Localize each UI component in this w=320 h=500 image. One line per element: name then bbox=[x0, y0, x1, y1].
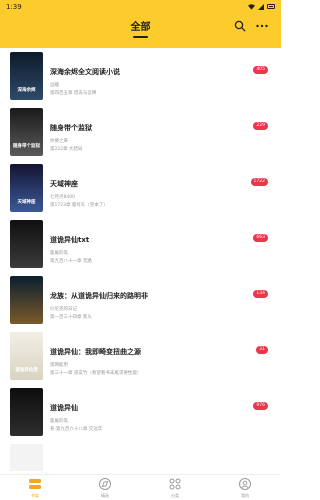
battery-icon bbox=[267, 4, 275, 9]
book-cover[interactable]: 深海余烬 bbox=[10, 52, 43, 100]
compass-icon bbox=[99, 478, 111, 490]
nav-item-2[interactable]: 分类 bbox=[155, 477, 195, 499]
book-cover[interactable]: 随身带个监狱 bbox=[10, 108, 43, 156]
unread-count-badge: 229 bbox=[253, 122, 268, 130]
nav-item-3[interactable]: 我的 bbox=[225, 477, 265, 499]
book-row[interactable]: 道诡异仙我 道诡异仙：我即畸变扭曲之源 第网能用第三十一章 道玄竹（希望看书末尾求要… bbox=[0, 332, 281, 388]
latest-chapter: 第九百八十一章 无路 bbox=[50, 259, 92, 264]
book-author: 你要之来 bbox=[50, 139, 68, 144]
book-row[interactable]: 深海余烬 深海余烬全文阅读小说 远瞳第四百五章 借去与吾释 405 bbox=[0, 52, 281, 108]
unread-count-badge: 976 bbox=[253, 402, 268, 410]
book-author: 第网能用 bbox=[50, 363, 68, 368]
status-icons bbox=[248, 3, 275, 10]
title-underline bbox=[133, 36, 148, 38]
unread-count-badge: 134 bbox=[253, 290, 268, 298]
latest-chapter: 第1723章 曼有礼（完本了） bbox=[50, 203, 108, 208]
wifi-icon bbox=[248, 3, 255, 10]
book-row[interactable]: 道诡异仙txt 狐尾的笔第九百八十一章 无路 663 bbox=[0, 220, 281, 276]
cover-text: 道诡异仙我 bbox=[15, 368, 38, 374]
latest-chapter: 第四百五章 借去与吾释 bbox=[50, 91, 97, 96]
book-cover[interactable] bbox=[10, 444, 43, 471]
book-title: 道诡异仙 bbox=[50, 404, 78, 412]
unread-count-badge: 663 bbox=[253, 234, 268, 242]
nav-item-0[interactable]: 书架 bbox=[15, 477, 55, 499]
book-title: 随身带个监狱 bbox=[50, 124, 92, 132]
book-row[interactable]: 龙族：从道诡异仙归来的路明非 价尼克的日记第一百三十四章 客头 134 bbox=[0, 276, 281, 332]
book-row[interactable]: 随身带个监狱 随身带个监狱 你要之来 第222章 大结局 229 bbox=[0, 108, 281, 164]
book-row[interactable]: 天域神座 天域神座 七月点8400 第1723章 曼有礼（完本了） 1722 bbox=[0, 164, 281, 220]
nav-item-1[interactable]: 精选 bbox=[85, 477, 125, 499]
nav-label: 分类 bbox=[171, 493, 179, 498]
book-title: 道诡异仙：我即畸变扭曲之源 bbox=[50, 348, 141, 356]
unread-count-badge: 1722 bbox=[250, 178, 268, 186]
unread-count-badge: 405 bbox=[253, 66, 268, 74]
latest-chapter: 第一百三十四章 客头 bbox=[50, 315, 92, 320]
status-time: 1:39 bbox=[6, 2, 22, 11]
category-grid-icon bbox=[169, 478, 181, 490]
nav-label: 我的 bbox=[241, 493, 249, 498]
nav-label: 书架 bbox=[31, 493, 39, 498]
book-cover[interactable] bbox=[10, 276, 43, 324]
book-cover[interactable]: 道诡异仙我 bbox=[10, 332, 43, 380]
book-cover[interactable]: 天域神座 bbox=[10, 164, 43, 212]
book-author: 狐尾的笔 bbox=[50, 251, 68, 256]
profile-icon bbox=[239, 478, 251, 490]
book-author: 狐尾的笔 bbox=[50, 419, 68, 424]
latest-chapter: 第三十一章 道玄竹（希望看书末尾求要性能） bbox=[50, 371, 142, 376]
status-bar: 1:39 bbox=[0, 0, 281, 13]
more-dots-icon[interactable] bbox=[255, 20, 269, 32]
bookshelf-icon bbox=[29, 479, 41, 489]
nav-label: 精选 bbox=[101, 493, 109, 498]
cover-text: 随身带个监狱 bbox=[13, 144, 40, 150]
book-author: 七月点8400 bbox=[50, 195, 75, 200]
cover-text: 天域神座 bbox=[17, 200, 36, 206]
book-list: 深海余烬 深海余烬全文阅读小说 远瞳 第四百五章 借去与吾释 405 随身带个监狱 随身带个… bbox=[0, 48, 281, 471]
bottom-nav: 书架 精选 分类 我的 bbox=[0, 474, 281, 500]
latest-chapter: 第222章 大结局 bbox=[50, 147, 83, 152]
book-title: 天域神座 bbox=[50, 180, 78, 188]
cover-text: 深海余烬 bbox=[17, 88, 36, 94]
book-title: 深海余烬全文阅读小说 bbox=[50, 68, 120, 76]
signal-icon bbox=[258, 3, 264, 10]
latest-chapter: 系·第九百六十八章 交远年 bbox=[50, 427, 103, 432]
book-author: 远瞳 bbox=[50, 83, 59, 88]
book-cover[interactable] bbox=[10, 388, 43, 436]
book-row[interactable]: 道诡异仙狐尾的笔系·第九百六十八章 交远年 976 bbox=[0, 388, 281, 444]
header: 全部 bbox=[0, 13, 281, 48]
book-title: 道诡异仙txt bbox=[50, 236, 90, 244]
book-author: 价尼克的日记 bbox=[50, 307, 77, 312]
book-cover[interactable] bbox=[10, 220, 43, 268]
book-title: 龙族：从道诡异仙归来的路明非 bbox=[50, 292, 148, 300]
unread-count-badge: 31 bbox=[256, 346, 268, 354]
search-icon[interactable] bbox=[234, 20, 246, 32]
